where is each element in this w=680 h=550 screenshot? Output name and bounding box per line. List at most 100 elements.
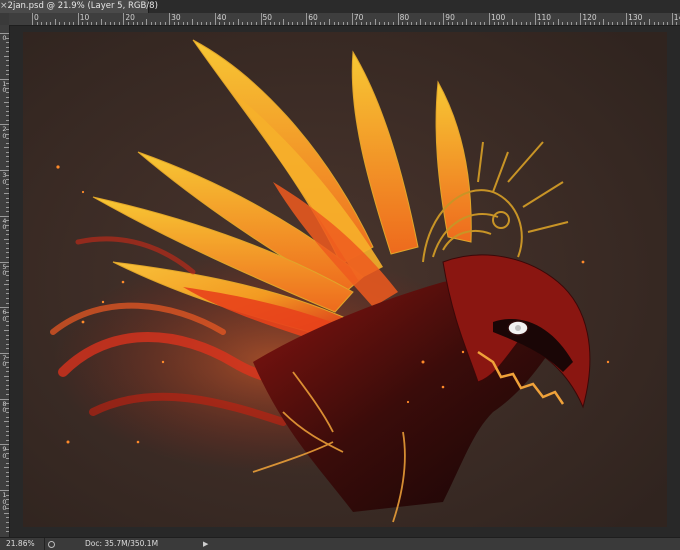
ruler-minor-tick bbox=[370, 22, 372, 25]
ruler-minor-tick bbox=[571, 22, 573, 25]
status-menu-arrow-icon[interactable]: ▶ bbox=[203, 538, 208, 550]
ruler-minor-tick bbox=[6, 316, 9, 318]
ruler-minor-tick bbox=[457, 22, 458, 25]
ruler-minor-tick bbox=[274, 22, 276, 25]
ruler-minor-tick bbox=[4, 55, 9, 57]
ruler-major-tick bbox=[580, 13, 582, 25]
ruler-major-tick bbox=[169, 13, 171, 25]
artwork-canvas[interactable] bbox=[23, 32, 667, 527]
ruler-minor-tick bbox=[219, 22, 221, 25]
ruler-minor-tick bbox=[6, 119, 9, 121]
ruler-minor-tick bbox=[6, 348, 9, 350]
document-tab-title: 2jan.psd @ 21.9% (Layer 5, RGB/8) bbox=[7, 1, 158, 11]
ruler-minor-tick bbox=[118, 22, 120, 25]
ruler-label: 30 bbox=[171, 13, 181, 22]
ruler-minor-tick bbox=[6, 293, 9, 295]
ruler-minor-tick bbox=[621, 22, 623, 25]
ruler-minor-tick bbox=[676, 22, 678, 25]
ruler-minor-tick bbox=[566, 22, 568, 25]
ruler-minor-tick bbox=[4, 284, 9, 286]
ruler-minor-tick bbox=[6, 156, 9, 158]
ruler-minor-tick bbox=[6, 517, 9, 519]
ruler-minor-tick bbox=[466, 19, 468, 25]
ruler-minor-tick bbox=[461, 22, 463, 25]
ruler-minor-tick bbox=[498, 22, 500, 25]
ruler-minor-tick bbox=[406, 22, 408, 25]
ruler-major-tick bbox=[351, 13, 353, 25]
ruler-minor-tick bbox=[45, 22, 47, 25]
ruler-minor-tick bbox=[86, 22, 88, 25]
ruler-minor-tick bbox=[6, 266, 9, 268]
ruler-minor-tick bbox=[187, 22, 189, 25]
ruler-minor-tick bbox=[155, 22, 157, 25]
ruler-minor-tick bbox=[356, 22, 358, 25]
ruler-minor-tick bbox=[452, 22, 454, 25]
ruler-minor-tick bbox=[178, 22, 180, 25]
ruler-minor-tick bbox=[269, 22, 271, 25]
ruler-minor-tick bbox=[109, 22, 111, 25]
ruler-minor-tick bbox=[562, 22, 564, 25]
ruler-minor-tick bbox=[6, 362, 9, 364]
document-profile-icon[interactable] bbox=[45, 538, 57, 550]
ruler-minor-tick bbox=[6, 69, 9, 71]
ruler-major-tick bbox=[443, 13, 445, 25]
document-size-info: Doc: 35.7M/350.1M bbox=[85, 539, 159, 548]
ruler-minor-tick bbox=[246, 22, 248, 25]
ruler-minor-tick bbox=[68, 22, 70, 25]
ruler-minor-tick bbox=[6, 531, 9, 533]
ruler-minor-tick bbox=[4, 375, 9, 377]
ruler-minor-tick bbox=[6, 357, 9, 359]
ruler-minor-tick bbox=[6, 279, 9, 281]
ruler-minor-tick bbox=[6, 320, 9, 322]
ruler-minor-tick bbox=[159, 22, 161, 25]
ruler-minor-tick bbox=[447, 22, 449, 25]
ruler-minor-tick bbox=[6, 503, 9, 505]
ruler-minor-tick bbox=[164, 22, 166, 25]
close-tab-icon[interactable]: × bbox=[0, 0, 8, 13]
ruler-minor-tick bbox=[6, 83, 9, 85]
ruler-major-tick bbox=[397, 13, 399, 25]
ruler-minor-tick bbox=[425, 22, 427, 25]
ruler-minor-tick bbox=[6, 96, 9, 98]
ruler-minor-tick bbox=[6, 403, 9, 405]
ruler-minor-tick bbox=[95, 22, 97, 25]
ruler-minor-tick bbox=[516, 22, 518, 25]
ruler-minor-tick bbox=[539, 22, 541, 25]
ruler-minor-tick bbox=[6, 247, 9, 249]
ruler-minor-tick bbox=[6, 165, 9, 167]
ruler-minor-tick bbox=[6, 448, 9, 450]
ruler-minor-tick bbox=[173, 22, 175, 25]
ruler-minor-tick bbox=[374, 19, 376, 25]
ruler-minor-tick bbox=[361, 22, 363, 25]
ruler-minor-tick bbox=[557, 19, 559, 25]
vertical-ruler[interactable]: 0102030405060708090100 bbox=[0, 25, 10, 537]
ruler-minor-tick bbox=[6, 526, 9, 528]
ruler-minor-tick bbox=[635, 22, 637, 25]
ruler-label: 100 bbox=[491, 13, 506, 22]
document-tab[interactable]: × 2jan.psd @ 21.9% (Layer 5, RGB/8) bbox=[0, 0, 158, 13]
ruler-minor-tick bbox=[141, 22, 143, 25]
ruler-label: 10 bbox=[79, 13, 90, 22]
phoenix-artwork bbox=[23, 32, 667, 527]
ruler-minor-tick bbox=[91, 22, 93, 25]
ruler-minor-tick bbox=[667, 22, 669, 25]
ruler-minor-tick bbox=[6, 384, 9, 386]
horizontal-ruler[interactable]: 0 10 20 30 40 50 60 70 80 90 100 110 120 130 140 bbox=[9, 13, 680, 26]
ruler-minor-tick bbox=[63, 22, 65, 25]
ruler-minor-tick bbox=[575, 22, 577, 25]
ruler-minor-tick bbox=[6, 142, 9, 144]
ruler-minor-tick bbox=[6, 256, 9, 258]
ruler-minor-tick bbox=[233, 22, 235, 25]
ruler-minor-tick bbox=[493, 22, 495, 25]
ruler-minor-tick bbox=[648, 19, 650, 25]
ruler-minor-tick bbox=[4, 467, 9, 469]
ruler-label: 50 bbox=[262, 13, 273, 22]
document-workspace[interactable] bbox=[10, 26, 680, 537]
phoenix-pupil bbox=[515, 325, 521, 331]
ruler-minor-tick bbox=[6, 115, 9, 117]
ruler-minor-tick bbox=[6, 426, 9, 428]
ruler-minor-tick bbox=[4, 238, 9, 240]
zoom-level-field[interactable]: 21.86% bbox=[0, 538, 45, 550]
ruler-minor-tick bbox=[379, 22, 381, 25]
ruler-minor-tick bbox=[484, 22, 486, 25]
